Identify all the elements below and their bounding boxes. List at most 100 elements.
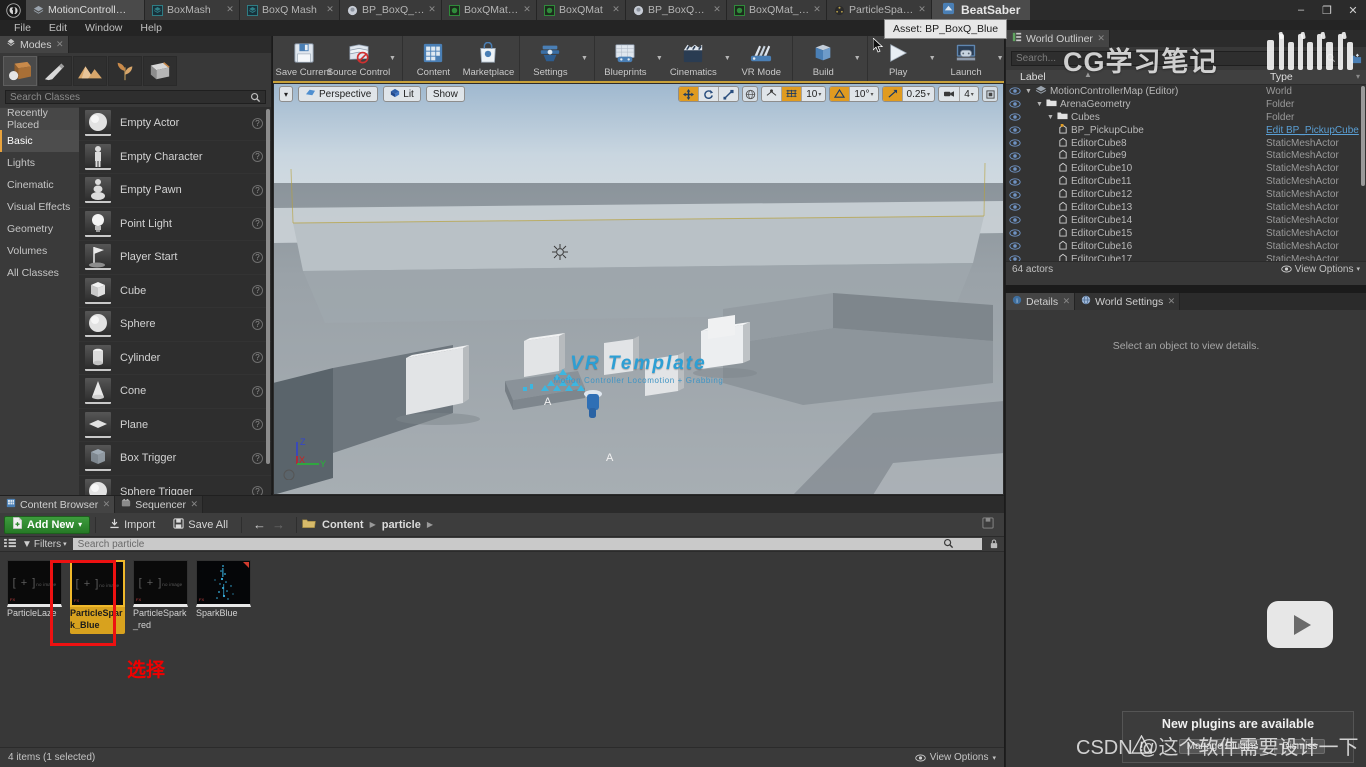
add-new-button[interactable]: Add New ▾ [4,515,91,534]
visibility-eye-icon[interactable] [1006,229,1023,237]
editor-tab-boxqmat[interactable]: BoxQMat ✕ [537,0,626,20]
placeable-class-cylinder[interactable]: Cylinder? [79,342,271,375]
class-category-geometry[interactable]: Geometry [0,218,79,240]
outliner-row[interactable]: EditorCube11 StaticMeshActor [1006,175,1366,188]
visibility-eye-icon[interactable] [1006,113,1023,121]
close-icon[interactable]: ✕ [812,4,822,14]
toolbar-vr-mode-button[interactable]: VR Mode [734,36,789,81]
help-icon[interactable]: ? [252,151,263,163]
minimize-button[interactable]: – [1288,0,1314,20]
tab-world-settings[interactable]: World Settings ✕ [1075,293,1181,310]
outliner-scrollbar[interactable] [1361,86,1365,186]
class-category-recently-placed[interactable]: Recently Placed [0,107,79,131]
placeable-class-player-start[interactable]: Player Start? [79,241,271,275]
class-category-basic[interactable]: Basic [0,130,79,152]
class-category-visual-effects[interactable]: Visual Effects [0,196,79,218]
toolbar-blueprints-button[interactable]: Blueprints [598,36,653,81]
manage-plugins-button[interactable]: Manage Plugins [1178,738,1267,754]
breadcrumb-item-particle[interactable]: particle [382,519,421,531]
expander-arrow-icon[interactable]: ▼ [1025,88,1032,95]
help-icon[interactable]: ? [252,218,263,230]
help-icon[interactable]: ? [252,251,263,263]
asset-tile[interactable]: [ + ]no image FX ParticleSpark_Blue [70,560,125,634]
editor-tab-boxqmat-blue[interactable]: BoxQMat_Blue✕ [727,0,827,20]
chevron-down-icon[interactable]: ▼ [721,55,734,62]
scale-snap-toggle[interactable] [882,87,903,101]
outliner-row-list[interactable]: ▼ MotionControllerMap (Editor) World ▼ Arena… [1006,85,1366,261]
chevron-down-icon[interactable]: ▼ [851,55,864,62]
tab-details[interactable]: i Details ✕ [1006,293,1076,310]
column-label[interactable]: Label ▲ [1006,70,1266,83]
visibility-eye-icon[interactable] [1006,152,1023,160]
class-category-lights[interactable]: Lights [0,152,79,174]
import-button[interactable]: Import [101,516,163,534]
asset-grid[interactable]: [ + ]no image FX ParticleLaze[ + ]no image… [0,552,1004,642]
class-category-volumes[interactable]: Volumes [0,240,79,262]
help-icon[interactable]: ? [252,117,263,129]
menu-help[interactable]: Help [132,21,170,35]
close-icon[interactable]: ✕ [103,499,111,510]
source-tree-toggle-icon[interactable] [4,538,16,551]
visibility-eye-icon[interactable] [1006,216,1023,224]
outliner-row[interactable]: EditorCube16 StaticMeshActor [1006,240,1366,253]
editor-tab-particlespark-blue[interactable]: ParticleSpark_Blue✕ [827,0,932,20]
editor-tab-boxqmat-red[interactable]: BoxQMat_Red✕ [442,0,537,20]
close-icon[interactable]: ✕ [225,4,235,14]
close-icon[interactable]: ✕ [611,4,621,14]
outliner-row-type[interactable]: Edit BP_PickupCube [1266,125,1366,136]
menu-window[interactable]: Window [77,21,130,35]
rotate-tool-icon[interactable] [699,87,720,101]
content-view-options-button[interactable]: View Options ▾ [914,752,996,763]
maximize-button[interactable]: ❐ [1314,0,1340,20]
editor-tab-boxq-mash[interactable]: BoxQ Mash ✕ [240,0,340,20]
landscape-mode-icon[interactable] [73,56,107,86]
scale-tool-icon[interactable] [719,87,738,101]
editor-tab-boxmash[interactable]: BoxMash ✕ [145,0,240,20]
placeable-class-list[interactable]: Empty Actor? Empty Character? Empty Pawn? P… [79,107,271,507]
dismiss-notification-button[interactable]: Dismiss [1274,738,1326,754]
editor-tab-motioncontrollermap[interactable]: MotionControllerMap [26,0,145,20]
view-mode-button[interactable]: Lit [383,86,421,102]
toolbar-cinematics-button[interactable]: Cinematics [666,36,721,81]
maximize-viewport-icon[interactable] [982,86,998,102]
outliner-row[interactable]: ▼ MotionControllerMap (Editor) World [1006,85,1366,98]
help-icon[interactable]: ? [252,352,263,364]
visibility-eye-icon[interactable] [1006,165,1023,173]
tab-content-browser[interactable]: Content Browser ✕ [0,496,116,513]
toolbar-source-control-button[interactable]: Source Control [327,36,390,81]
placeable-class-empty-actor[interactable]: Empty Actor? [79,107,271,141]
help-icon[interactable]: ? [252,318,263,330]
outliner-search-input[interactable]: Search... [1011,51,1341,66]
visibility-eye-icon[interactable] [1006,100,1023,108]
asset-thumbnail[interactable]: [ + ]no image FX [7,560,62,607]
visibility-eye-icon[interactable] [1006,87,1023,96]
chevron-down-icon[interactable]: ▼ [578,55,591,62]
placeable-class-empty-pawn[interactable]: Empty Pawn? [79,174,271,208]
expander-arrow-icon[interactable]: ▼ [1047,114,1054,121]
close-icon[interactable]: ✕ [1168,296,1176,307]
close-icon[interactable]: ✕ [56,39,64,50]
tab-sequencer[interactable]: Sequencer ✕ [115,496,203,513]
toolbar-settings-button[interactable]: Settings [523,36,578,81]
help-icon[interactable]: ? [252,184,263,196]
outliner-row[interactable]: ▼ ArenaGeometry Folder [1006,98,1366,111]
outliner-row[interactable]: EditorCube10 StaticMeshActor [1006,162,1366,175]
paint-mode-icon[interactable] [38,56,72,86]
chevron-right-icon[interactable]: ▶ [370,520,376,529]
column-options-icon[interactable]: ▾ [1356,72,1360,81]
outliner-row[interactable]: EditorCube8 StaticMeshActor [1006,137,1366,150]
visibility-eye-icon[interactable] [1006,126,1023,134]
outliner-view-options-button[interactable]: View Options ▾ [1280,264,1360,275]
angle-snap-value[interactable]: 10° ▾ [850,87,877,101]
outliner-row[interactable]: BP_PickupCube Edit BP_PickupCube [1006,123,1366,137]
asset-tile[interactable]: [ + ]no image FX ParticleSpark_red [133,560,188,634]
close-icon[interactable]: ✕ [917,4,927,14]
close-icon[interactable]: ✕ [190,499,198,510]
level-viewport[interactable]: A A VR Template Motion Controller Locomo… [273,83,1004,495]
chevron-right-icon[interactable]: ▶ [427,520,433,529]
placeable-class-empty-character[interactable]: Empty Character? [79,141,271,174]
filters-button[interactable]: ▼ Filters ▾ [22,539,67,550]
angle-snap-toggle[interactable] [830,87,851,101]
class-category-cinematic[interactable]: Cinematic [0,174,79,196]
asset-thumbnail[interactable]: [ + ]no image FX [70,560,125,607]
